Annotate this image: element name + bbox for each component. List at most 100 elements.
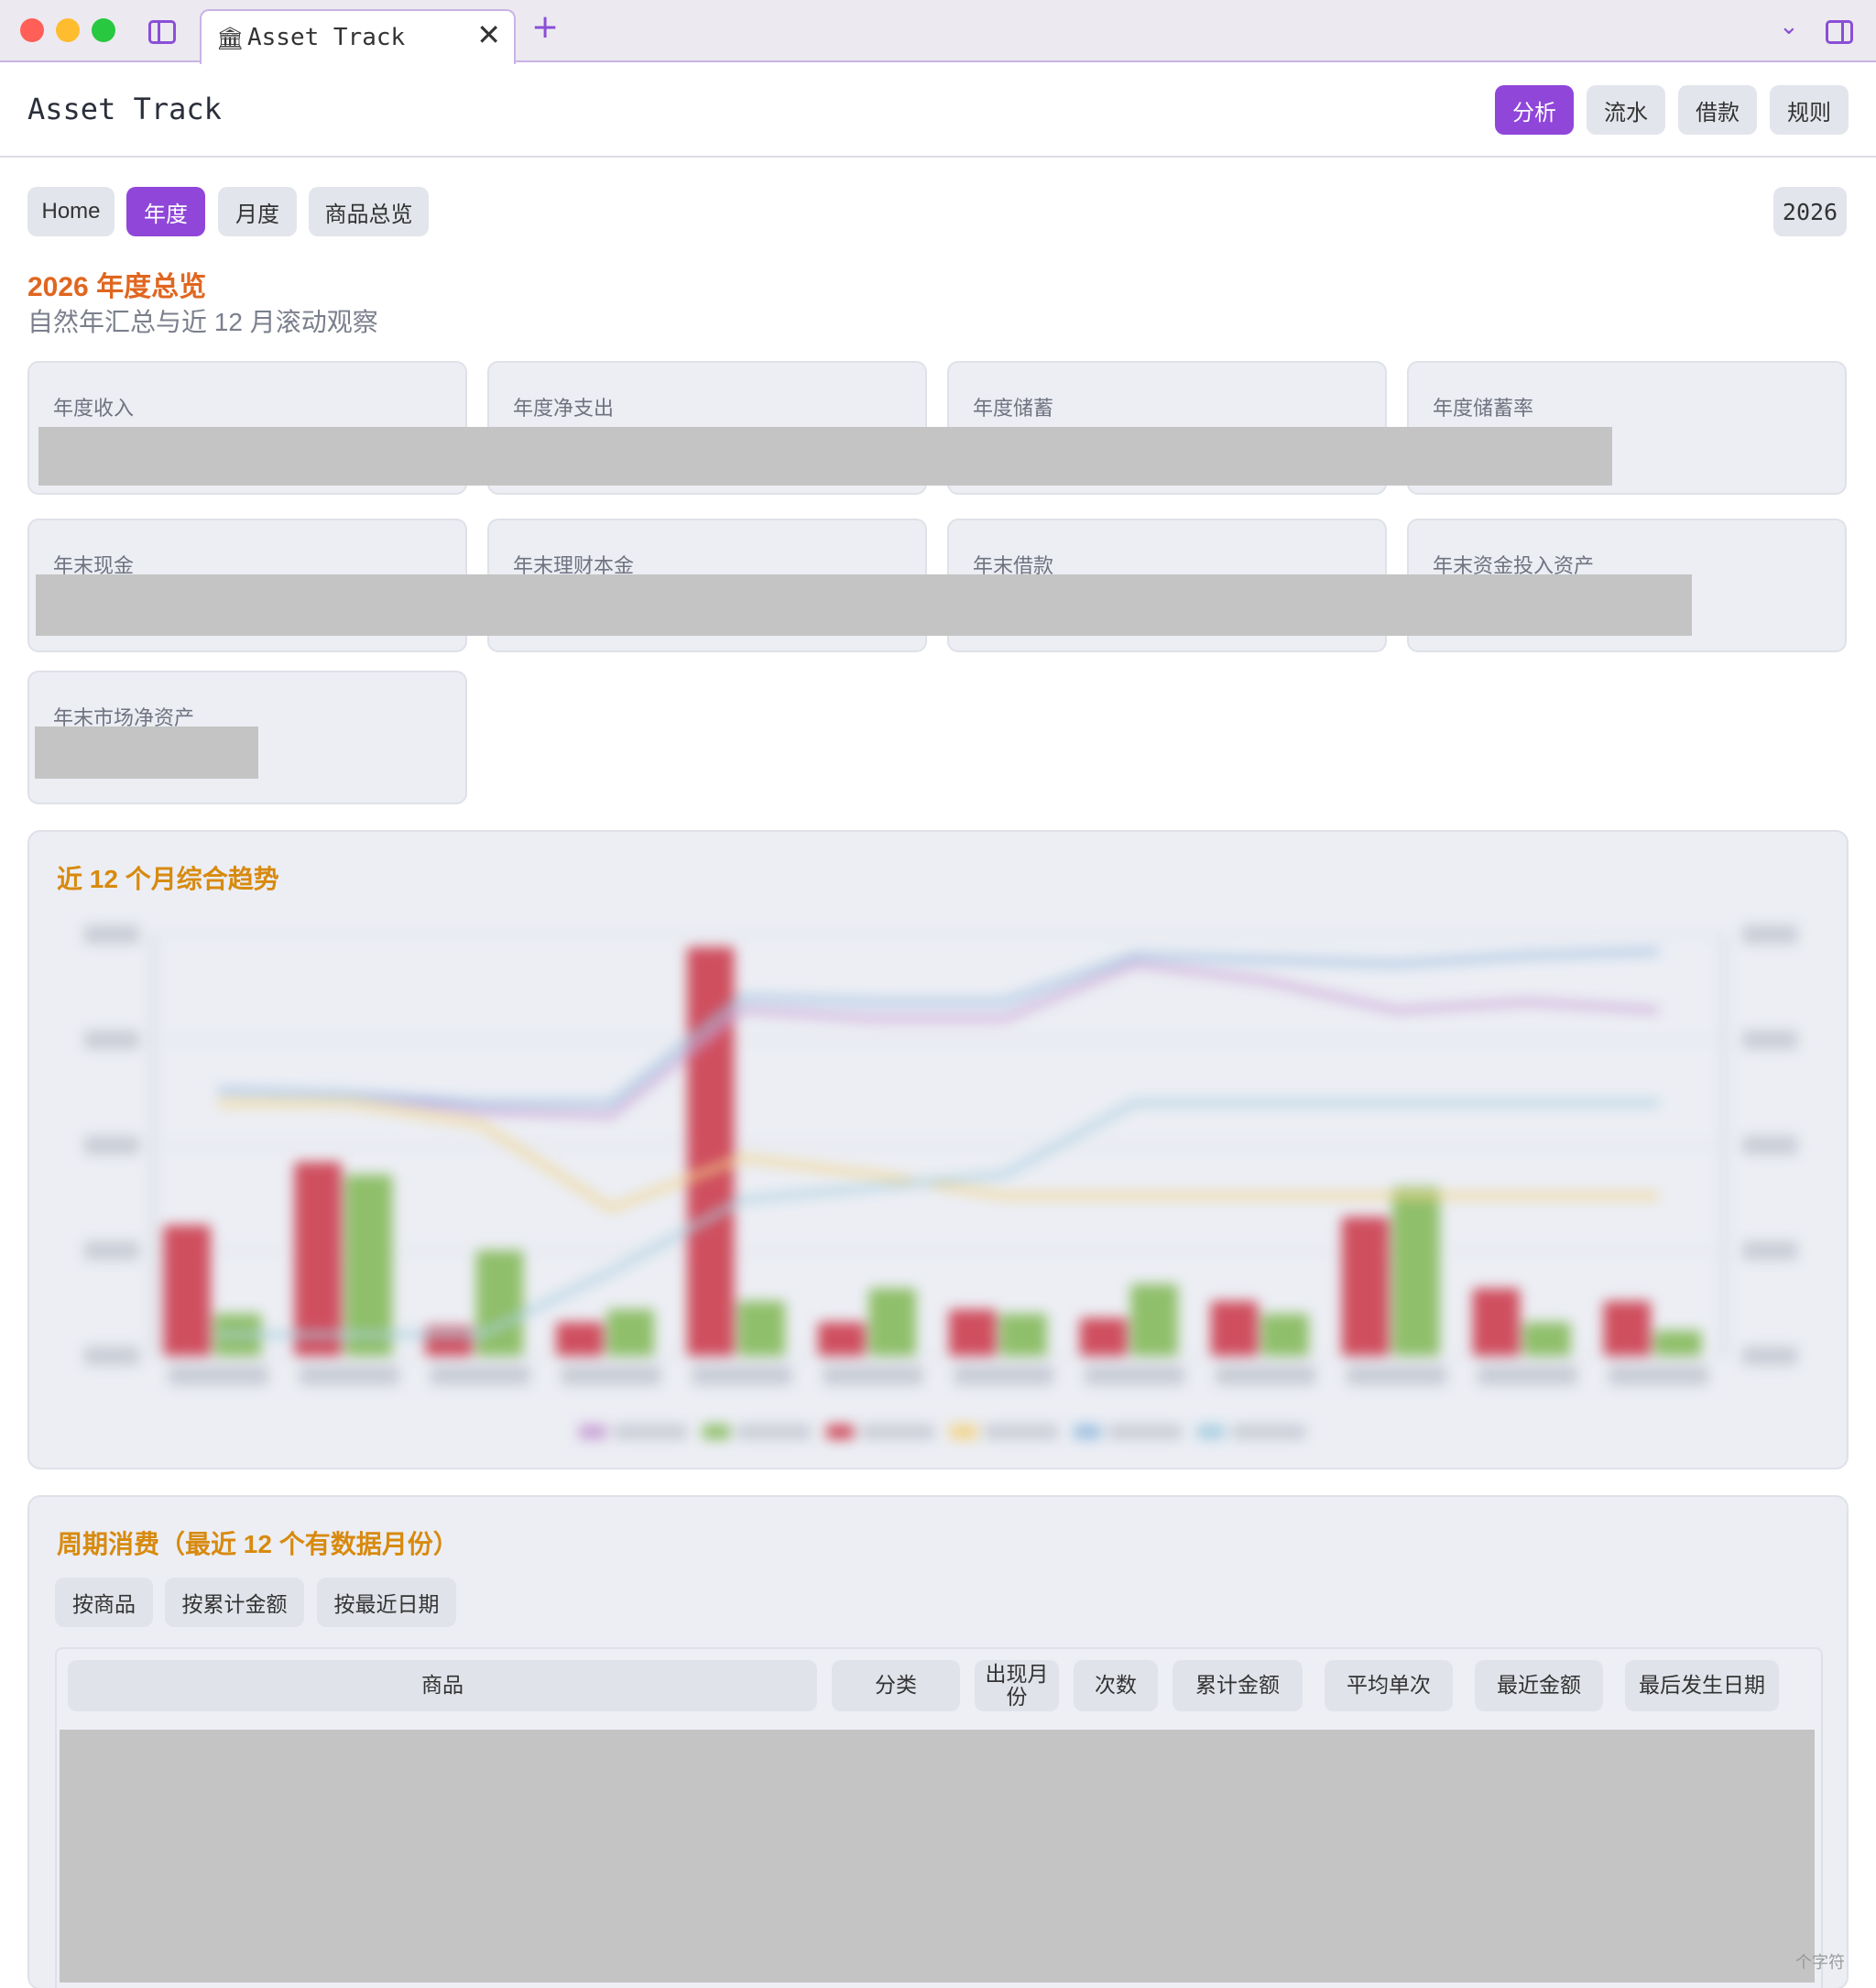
bar: [868, 1288, 916, 1356]
bar: [1392, 1187, 1440, 1356]
close-window-button[interactable]: [20, 18, 44, 42]
x-tick-label: [1085, 1365, 1185, 1385]
tab-home[interactable]: Home: [27, 187, 115, 236]
bar: [1341, 1217, 1390, 1356]
series-line: [218, 948, 1659, 1106]
bar: [818, 1322, 866, 1356]
x-tick-label: [300, 1365, 399, 1385]
x-tick-label: [1609, 1365, 1708, 1385]
x-tick-label: [954, 1365, 1054, 1385]
y2-tick-label: [1742, 925, 1797, 944]
series-line: [218, 1100, 1659, 1338]
bar: [1210, 1301, 1259, 1356]
new-tab-icon[interactable]: +: [531, 11, 559, 44]
tab-title: Asset Track: [247, 24, 406, 51]
nav-analysis-button[interactable]: 分析: [1495, 85, 1574, 135]
nav-rules-button[interactable]: 规则: [1770, 85, 1849, 135]
sidebar-toggle-icon[interactable]: [148, 20, 176, 44]
y-tick-label: [84, 925, 139, 944]
trend-chart: [66, 907, 1825, 1457]
sort-by-total-button[interactable]: 按累计金额: [165, 1578, 304, 1627]
stat-label: 年度储蓄: [973, 397, 1054, 420]
column-header-recent-amount[interactable]: 最近金额: [1475, 1660, 1603, 1711]
page-title: 2026 年度总览: [27, 272, 207, 302]
stat-label: 年度净支出: [513, 397, 615, 420]
bank-icon: 🏛: [216, 26, 245, 51]
series-line: [218, 1100, 1659, 1211]
browser-tab[interactable]: 🏛 Asset Track ✕: [200, 9, 516, 64]
y2-tick-label: [1742, 1136, 1797, 1154]
sort-by-recent-date-button[interactable]: 按最近日期: [317, 1578, 456, 1627]
column-header-average[interactable]: 平均单次: [1325, 1660, 1453, 1711]
column-header-last-date[interactable]: 最后发生日期: [1625, 1660, 1779, 1711]
right-panel-toggle-icon[interactable]: [1826, 20, 1853, 44]
legend-label: [1232, 1425, 1305, 1439]
bar: [1472, 1288, 1521, 1356]
y-tick-label: [84, 1031, 139, 1049]
legend-swatch: [703, 1425, 730, 1439]
chevron-down-icon[interactable]: ⌄: [1779, 13, 1799, 40]
column-header-category[interactable]: 分类: [832, 1660, 960, 1711]
bar: [556, 1322, 604, 1356]
legend-label: [985, 1425, 1058, 1439]
bar: [1261, 1314, 1309, 1356]
consumption-panel: 周期消费（最近 12 个有数据月份） 按商品 按累计金额 按最近日期 商品 分类…: [27, 1495, 1849, 1988]
y2-tick-label: [1742, 1031, 1797, 1049]
trend-panel: 近 12 个月综合趋势: [27, 830, 1849, 1469]
x-tick-label: [692, 1365, 792, 1385]
zoom-window-button[interactable]: [92, 18, 115, 42]
bar: [999, 1314, 1047, 1356]
trend-title: 近 12 个月综合趋势: [57, 865, 279, 893]
bar: [1523, 1322, 1571, 1356]
x-tick-label: [1478, 1365, 1577, 1385]
y-tick-label: [84, 1347, 139, 1365]
legend-swatch: [1197, 1425, 1225, 1439]
redacted-values: [36, 574, 1692, 636]
browser-chrome: 🏛 Asset Track ✕ + ⌄: [0, 0, 1876, 64]
stat-label: 年度收入: [53, 397, 135, 420]
bar: [294, 1162, 342, 1356]
legend-swatch: [1074, 1425, 1101, 1439]
tab-monthly[interactable]: 月度: [218, 187, 297, 236]
legend-label: [737, 1425, 811, 1439]
y2-tick-label: [1742, 1241, 1797, 1260]
nav-loans-button[interactable]: 借款: [1678, 85, 1757, 135]
x-tick-label: [561, 1365, 661, 1385]
year-selector[interactable]: 2026: [1773, 187, 1847, 236]
bar: [475, 1251, 524, 1356]
x-tick-label: [823, 1365, 923, 1385]
bar: [1603, 1301, 1651, 1356]
bar: [1653, 1330, 1702, 1356]
bar: [737, 1301, 785, 1356]
legend-swatch: [950, 1425, 977, 1439]
column-header-months[interactable]: 出现月份: [975, 1660, 1059, 1711]
column-header-product[interactable]: 商品: [68, 1660, 817, 1711]
legend-label: [1108, 1425, 1182, 1439]
bar: [425, 1326, 473, 1356]
consumption-title: 周期消费（最近 12 个有数据月份）: [57, 1530, 459, 1558]
close-tab-icon[interactable]: ✕: [476, 20, 501, 49]
page-subtitle: 自然年汇总与近 12 月滚动观察: [27, 308, 378, 336]
sort-by-product-button[interactable]: 按商品: [55, 1578, 153, 1627]
app-header: Asset Track 分析 流水 借款 规则: [0, 62, 1876, 158]
column-header-total[interactable]: 累计金额: [1172, 1660, 1303, 1711]
bar: [606, 1309, 655, 1356]
app-title: Asset Track: [27, 92, 222, 126]
bar: [1079, 1317, 1128, 1356]
bar: [344, 1174, 393, 1356]
tab-annual[interactable]: 年度: [126, 187, 205, 236]
column-header-count[interactable]: 次数: [1074, 1660, 1158, 1711]
y-tick-label: [84, 1136, 139, 1154]
tab-product-overview[interactable]: 商品总览: [309, 187, 429, 236]
watermark-text: 个字符: [1795, 1953, 1845, 1972]
x-tick-label: [1216, 1365, 1316, 1385]
minimize-window-button[interactable]: [56, 18, 80, 42]
redacted-table-rows: [60, 1730, 1815, 1983]
y-tick-label: [84, 1241, 139, 1260]
x-tick-label: [430, 1365, 530, 1385]
x-tick-label: [1347, 1365, 1447, 1385]
legend-swatch: [579, 1425, 606, 1439]
legend-swatch: [826, 1425, 854, 1439]
nav-transactions-button[interactable]: 流水: [1587, 85, 1665, 135]
legend-label: [861, 1425, 934, 1439]
